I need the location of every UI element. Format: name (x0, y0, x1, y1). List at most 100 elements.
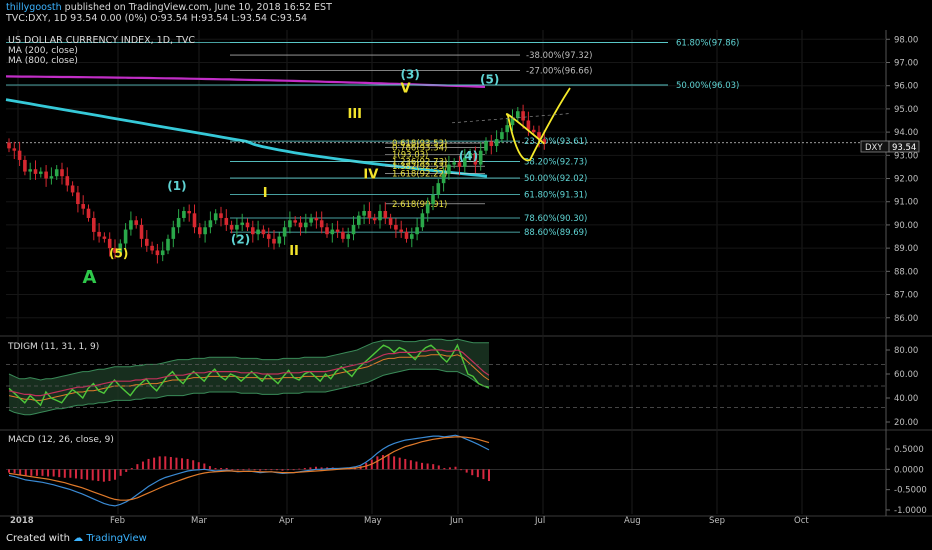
macd-histogram-bar (225, 468, 228, 470)
candle-body (7, 142, 11, 149)
footer-created-text: Created with (6, 533, 70, 544)
candle-body (160, 250, 165, 256)
macd-histogram-bar (169, 457, 172, 470)
macd-histogram-bar (476, 469, 479, 478)
macd-histogram-bar (164, 456, 167, 470)
macd-histogram-bar (264, 469, 267, 471)
candle-body (330, 229, 335, 235)
tdigm-pane: 20.00 40.00 60.00 80.00 (6, 338, 918, 428)
candle-body (166, 238, 170, 251)
candle-body (314, 217, 319, 221)
macd-histogram-bar (208, 466, 211, 470)
candle-body (224, 217, 229, 225)
candle-body (39, 171, 43, 174)
macd-histogram-bar (292, 469, 295, 471)
macd-histogram-bar (8, 469, 10, 473)
candle-body (256, 229, 260, 235)
price-tick-label: 87.00 (894, 291, 918, 301)
macd-histogram-bar (409, 460, 412, 470)
macd-histogram-bar (393, 456, 396, 470)
fib-level-label: -27.00%(96.66) (526, 66, 592, 76)
candle-body (319, 220, 324, 228)
candle-body (362, 211, 366, 216)
price-tick-label: 97.00 (894, 58, 918, 68)
candle-body (383, 211, 388, 218)
macd-histogram-bar (275, 469, 278, 471)
tradingview-link[interactable]: TradingView (86, 533, 146, 544)
fib-ext-label: 1.618(92.22) (392, 169, 447, 179)
macd-histogram-bar (63, 469, 66, 478)
price-tick-label: 88.00 (894, 267, 918, 277)
macd-histogram-bar (119, 469, 122, 476)
wave-label: (5) (109, 246, 128, 260)
price-tick-label: 96.00 (894, 82, 918, 92)
macd-histogram-bar (448, 467, 451, 470)
candle-body (28, 169, 32, 172)
wave-label: (1) (167, 179, 186, 193)
macd-histogram-bar (102, 469, 105, 482)
macd-histogram-bar (58, 469, 61, 478)
wave-label: II (289, 244, 299, 259)
macd-histogram-bar (287, 469, 290, 471)
macd-histogram-bar (13, 469, 16, 474)
macd-histogram-bar (465, 469, 468, 473)
macd-histogram-bar (186, 458, 189, 470)
candle-body (452, 162, 456, 165)
macd-histogram-bar (281, 469, 284, 471)
fib-level-label: 50.00%(92.02) (524, 174, 587, 184)
price-tag: DXY 93.54 (860, 140, 920, 153)
macd-histogram-bar (248, 468, 250, 470)
candle-body (17, 150, 22, 160)
price-tick-label: 92.00 (894, 175, 918, 185)
candle-body (176, 217, 181, 228)
macd-histogram-bar (242, 469, 245, 471)
tdi-tick-label: 60.00 (894, 370, 918, 380)
macd-histogram-bar (80, 469, 83, 480)
candle-body (521, 111, 525, 121)
macd-histogram-bar (253, 469, 256, 471)
candle-body (60, 169, 64, 177)
macd-histogram-bar (108, 469, 111, 482)
macd-title: MACD (12, 26, close, 9) (8, 435, 114, 445)
candle-body (86, 208, 91, 218)
macd-histogram-bar (175, 457, 178, 470)
candle-body (372, 217, 377, 221)
macd-histogram-bar (47, 469, 50, 477)
candle-body (139, 224, 144, 239)
macd-histogram-bar (214, 468, 217, 470)
fib-ext-label: 2.618(90.91) (392, 200, 447, 210)
candle-body (134, 220, 138, 225)
candle-body (309, 217, 313, 223)
time-axis-label: 2018 (10, 516, 34, 526)
macd-histogram-bar (147, 458, 150, 470)
candle-body (346, 234, 350, 239)
candle-body (97, 231, 101, 237)
macd-histogram-bar (125, 469, 128, 472)
wave-label: (5) (480, 72, 499, 86)
candle-body (335, 229, 340, 232)
macd-histogram-bar (460, 469, 463, 471)
fib-level-label: 78.60%(90.30) (524, 214, 587, 224)
macd-histogram-bar (404, 458, 407, 470)
chart-canvas[interactable]: 61.80%(97.86) -38.00%(97.32) -27.00%(96.66… (0, 0, 932, 550)
candle-body (49, 176, 54, 179)
macd-histogram-bar (91, 469, 94, 481)
price-tick-label: 94.00 (894, 128, 918, 138)
macd-histogram-bar (220, 468, 223, 470)
fib-level-label: -38.00%(97.32) (526, 51, 592, 61)
candle-body (516, 111, 520, 119)
tdi-tick-label: 40.00 (894, 394, 918, 404)
macd-pane: -1.0000 -0.5000 0.0000 0.5000 (6, 434, 927, 516)
candle-body (208, 220, 213, 228)
price-tick-label: 98.00 (894, 35, 918, 45)
price-tick-label: 90.00 (894, 221, 918, 231)
candle-body (261, 229, 266, 235)
macd-histogram-bar (298, 468, 301, 470)
macd-histogram-bar (41, 469, 44, 476)
macd-histogram-bar (52, 469, 55, 477)
macd-tick-label: 0.0000 (894, 465, 924, 475)
macd-histogram-bar (141, 461, 144, 470)
fibonacci-levels: 61.80%(97.86) -38.00%(97.32) -27.00%(96.66… (6, 39, 739, 238)
candle-body (394, 224, 398, 230)
time-axis-label: Mar (191, 516, 208, 526)
